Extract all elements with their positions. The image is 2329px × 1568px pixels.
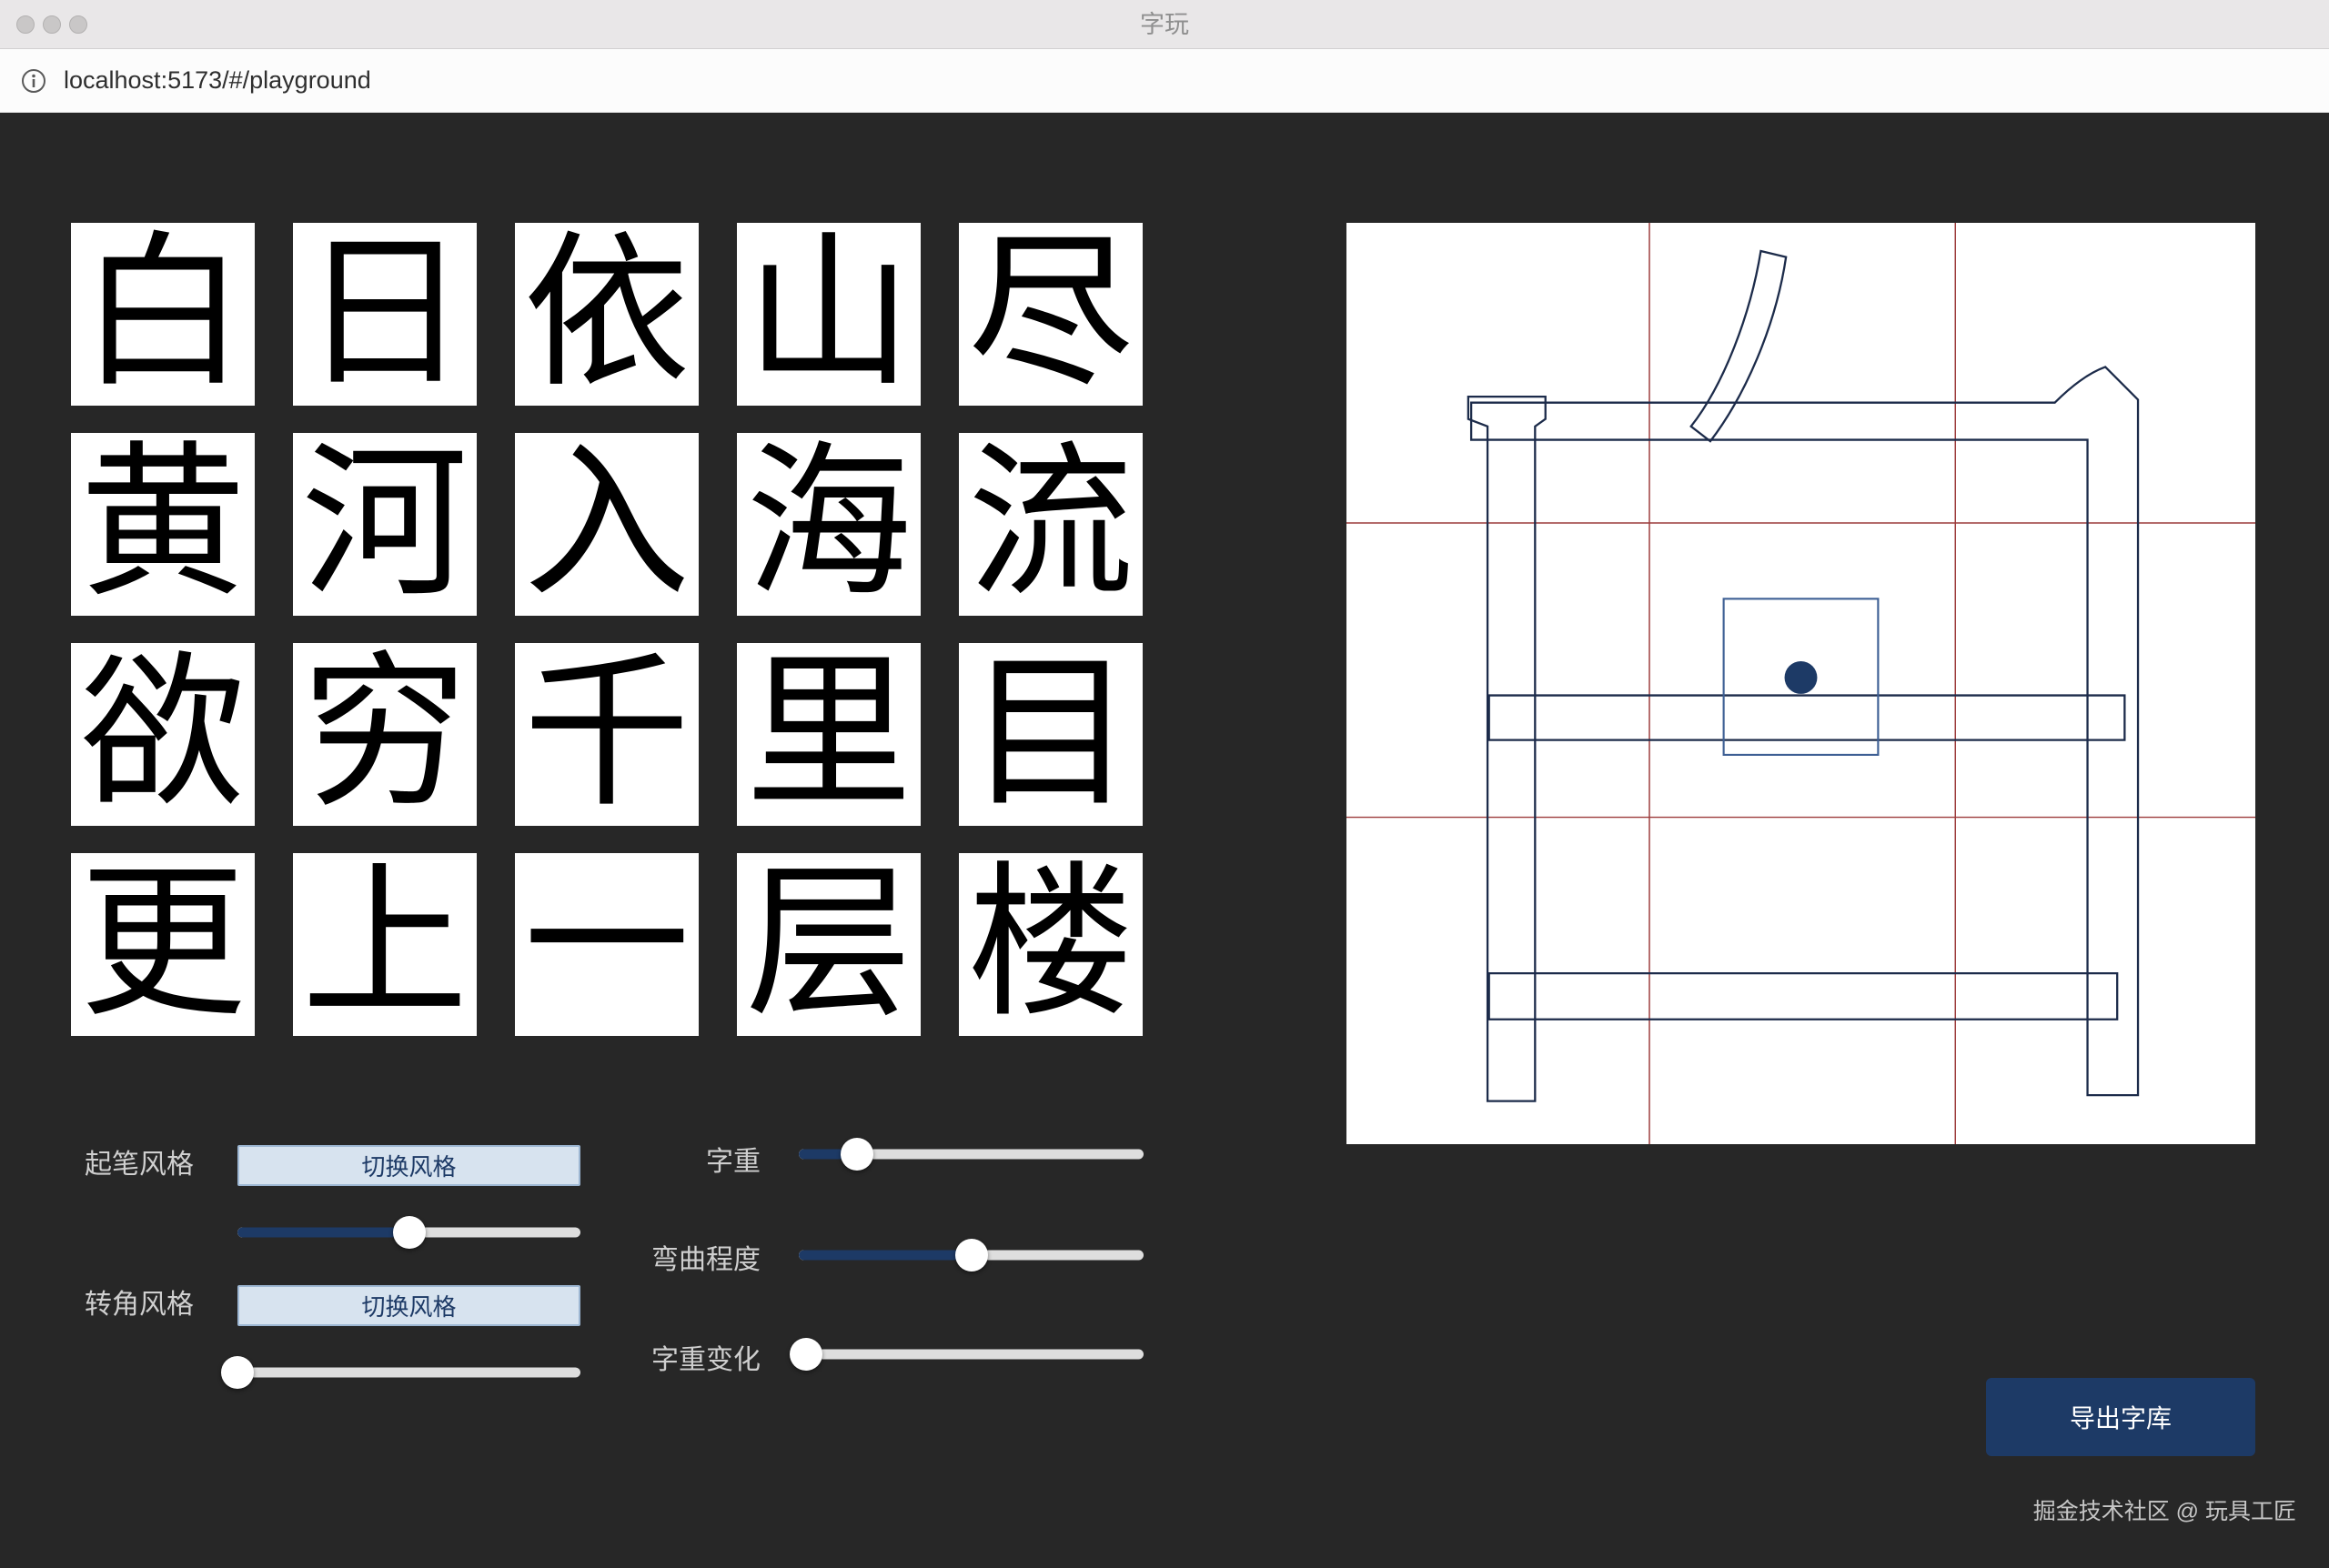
switch-corner-style-button[interactable]: 切换风格 — [237, 1285, 580, 1326]
info-icon[interactable] — [20, 67, 47, 95]
slider-handle[interactable] — [393, 1216, 426, 1249]
weight-variation-label: 字重变化 — [633, 1342, 761, 1379]
control-point[interactable] — [1785, 661, 1818, 694]
glyph-stroke-pie[interactable] — [1691, 251, 1786, 441]
weight-label: 字重 — [633, 1144, 761, 1181]
url-bar: localhost:5173/#/playground — [0, 49, 2329, 113]
footer-credit: 掘金技术社区 @ 玩具工匠 — [2033, 1493, 2296, 1526]
export-font-button[interactable]: 导出字库 — [1986, 1378, 2255, 1456]
char-tile[interactable]: 里 — [737, 643, 921, 826]
char-tile[interactable]: 更 — [71, 853, 255, 1036]
char-tile[interactable]: 海 — [737, 433, 921, 616]
char-tile[interactable]: 流 — [959, 433, 1143, 616]
char-tile[interactable]: 河 — [293, 433, 477, 616]
char-tile[interactable]: 一 — [515, 853, 699, 1036]
weight-slider[interactable] — [799, 1138, 1144, 1171]
char-tile[interactable]: 尽 — [959, 223, 1143, 406]
url-text[interactable]: localhost:5173/#/playground — [64, 66, 371, 95]
switch-start-style-button[interactable]: 切换风格 — [237, 1145, 580, 1186]
glyph-stroke-bottom-bar[interactable] — [1489, 973, 2117, 1020]
char-tile[interactable]: 穷 — [293, 643, 477, 826]
char-tile[interactable]: 上 — [293, 853, 477, 1036]
slider-handle[interactable] — [841, 1138, 873, 1171]
char-tile[interactable]: 日 — [293, 223, 477, 406]
char-tile[interactable]: 欲 — [71, 643, 255, 826]
char-tile[interactable]: 目 — [959, 643, 1143, 826]
glyph-stroke-horizontal-fold[interactable] — [1471, 367, 2138, 1095]
stroke-start-slider[interactable] — [237, 1216, 580, 1249]
glyph-stroke-middle-bar[interactable] — [1489, 696, 2125, 740]
glyph-editor-canvas[interactable] — [1346, 223, 2255, 1144]
bend-label: 弯曲程度 — [633, 1242, 761, 1279]
slider-handle[interactable] — [221, 1356, 254, 1389]
window-title: 字玩 — [0, 0, 2329, 49]
corner-style-label: 转角风格 — [85, 1287, 194, 1323]
slider-handle[interactable] — [790, 1338, 822, 1371]
char-tile[interactable]: 白 — [71, 223, 255, 406]
char-tile[interactable]: 依 — [515, 223, 699, 406]
char-tile[interactable]: 入 — [515, 433, 699, 616]
char-tile[interactable]: 黄 — [71, 433, 255, 616]
char-tile[interactable]: 层 — [737, 853, 921, 1036]
char-tile[interactable]: 山 — [737, 223, 921, 406]
weight-variation-slider[interactable] — [799, 1338, 1144, 1371]
glyph-stroke-left-vertical[interactable] — [1468, 397, 1546, 1101]
bend-slider[interactable] — [799, 1239, 1144, 1271]
app-window: 字玩 localhost:5173/#/playground 白 日 依 山 尽… — [0, 0, 2329, 1568]
char-tile[interactable]: 千 — [515, 643, 699, 826]
corner-style-slider[interactable] — [237, 1356, 580, 1389]
slider-handle[interactable] — [955, 1239, 988, 1271]
window-titlebar: 字玩 — [0, 0, 2329, 49]
char-tile[interactable]: 楼 — [959, 853, 1143, 1036]
stroke-start-style-label: 起笔风格 — [85, 1147, 194, 1183]
